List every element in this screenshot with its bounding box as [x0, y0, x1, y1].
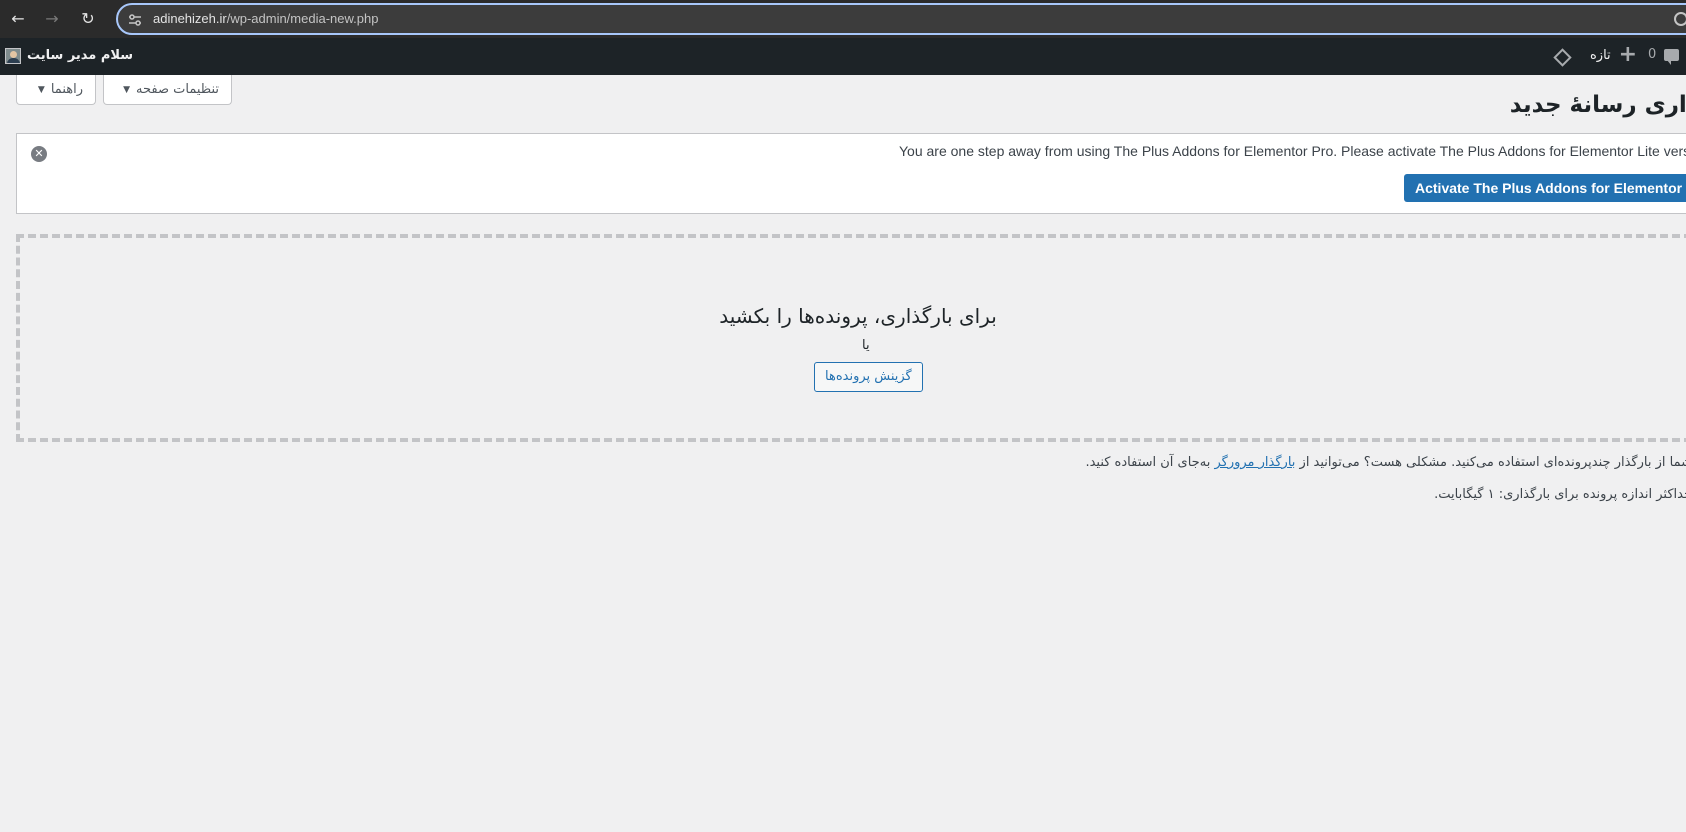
browser-toolbar: ← → ↻ adinehizeh.ir/wp-admin/media-new.p…	[0, 0, 1686, 38]
new-content-menu[interactable]: تازه +	[1590, 42, 1638, 67]
select-files-button[interactable]: گزینش پرونده‌ها	[814, 362, 923, 392]
url-path: /wp-admin/media-new.php	[226, 11, 379, 26]
address-bar[interactable]: adinehizeh.ir/wp-admin/media-new.php	[116, 3, 1686, 35]
account-greeting[interactable]: سلام مدیر سایت	[27, 48, 133, 63]
help-label: راهنما	[50, 82, 83, 97]
new-label: تازه	[1590, 47, 1611, 63]
uploader-info-after: به‌جای آن استفاده کنید.	[1085, 455, 1215, 470]
reload-icon[interactable]: ↻	[78, 9, 98, 29]
or-text: یا	[862, 338, 870, 353]
avatar[interactable]	[5, 48, 21, 64]
forward-icon[interactable]: →	[42, 9, 62, 29]
url-text[interactable]: adinehizeh.ir/wp-admin/media-new.php	[153, 11, 378, 26]
page-title: بارگذاری رسانهٔ جدید	[1509, 92, 1686, 118]
help-tab[interactable]: راهنما ▼	[16, 75, 96, 105]
uploader-info: شما از بارگذار چندپرونده‌ای استفاده می‌ک…	[1085, 455, 1686, 470]
drop-title: برای بارگذاری، پرونده‌ها را بکشید	[20, 304, 1686, 328]
elementor-icon[interactable]	[1553, 48, 1572, 67]
activate-plugin-button[interactable]: Activate The Plus Addons for Elementor L…	[1404, 174, 1686, 202]
comments-menu[interactable]: 0	[1648, 47, 1680, 65]
caret-down-icon: ▼	[37, 84, 45, 95]
site-settings-icon[interactable]	[127, 12, 143, 28]
extension-icon[interactable]	[1674, 12, 1686, 26]
wp-admin-bar: سلام مدیر سایت تازه + 0	[0, 38, 1686, 75]
caret-down-icon: ▼	[123, 84, 131, 95]
uploader-info-before: شما از بارگذار چندپرونده‌ای استفاده می‌ک…	[1295, 455, 1686, 470]
drag-drop-area[interactable]: برای بارگذاری، پرونده‌ها را بکشید یا گزی…	[16, 234, 1686, 442]
comment-bubble-icon	[1664, 48, 1680, 65]
back-icon[interactable]: ←	[8, 9, 28, 29]
screen-options-label: تنظیمات صفحه	[136, 82, 219, 97]
url-host: adinehizeh.ir	[153, 11, 227, 26]
drop-title-text: برای بارگذاری، پرونده‌ها را بکشید	[719, 304, 997, 328]
plus-icon: +	[1618, 42, 1638, 67]
comments-count: 0	[1648, 47, 1657, 62]
notice-message: You are one step away from using The Plu…	[899, 143, 1686, 159]
screen-options-tab[interactable]: تنظیمات صفحه ▼	[103, 75, 232, 105]
dismiss-icon[interactable]: ✕	[31, 146, 47, 162]
plugin-notice: ✕ You are one step away from using The P…	[16, 133, 1686, 214]
max-upload-size: حداکثر اندازه پرونده برای بارگذاری: ۱ گی…	[1434, 487, 1686, 502]
browser-uploader-link[interactable]: بارگذار مرورگر	[1214, 455, 1295, 470]
